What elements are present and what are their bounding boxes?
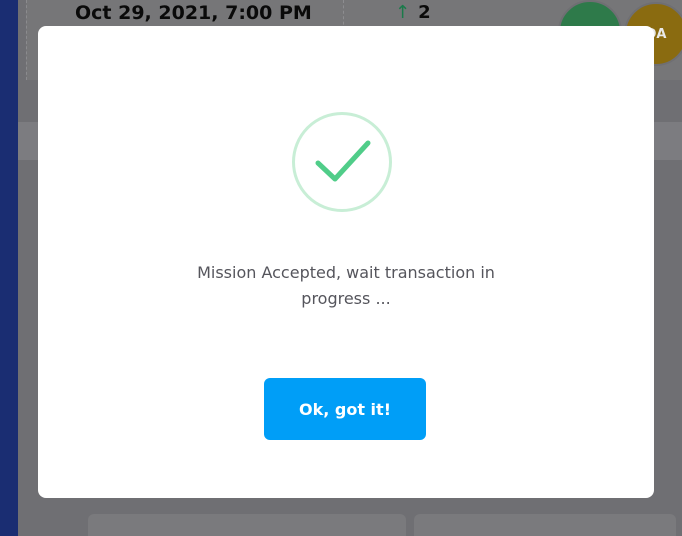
background-slot (414, 514, 676, 536)
dialog-message-line: progress ... (301, 289, 391, 308)
success-dialog: Mission Accepted, wait transaction in pr… (38, 26, 654, 498)
success-icon-circle (292, 112, 392, 212)
count-value: 2 (418, 2, 431, 23)
dialog-message-line: Mission Accepted, wait transaction in (197, 263, 495, 282)
check-icon (315, 140, 371, 182)
dialog-message: Mission Accepted, wait transaction in pr… (38, 260, 654, 312)
arrow-up-icon: ↑ (395, 2, 411, 23)
mission-date: Oct 29, 2021, 7:00 PM (75, 2, 312, 24)
background-slot (88, 514, 406, 536)
confirm-button[interactable]: Ok, got it! (264, 378, 426, 440)
mission-count: ↑ 2 (395, 2, 431, 23)
